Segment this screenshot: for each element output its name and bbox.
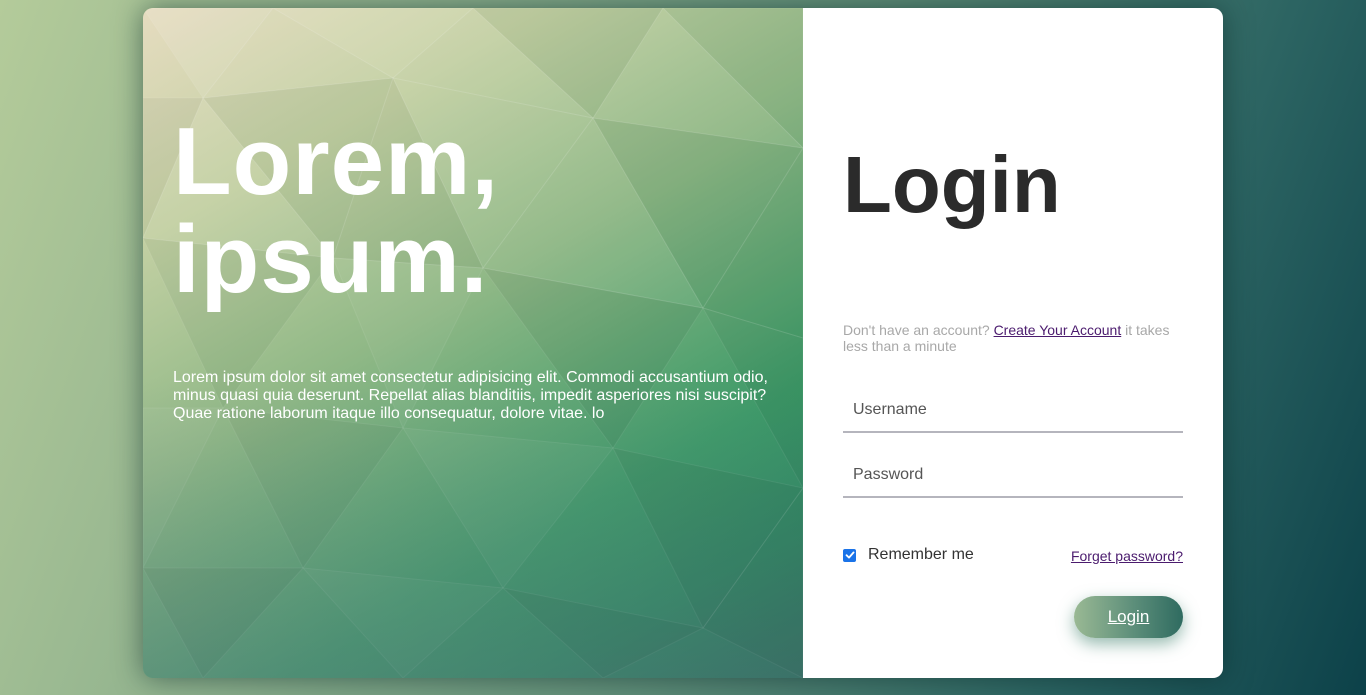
login-button[interactable]: Login — [1074, 596, 1183, 638]
signup-note: Don't have an account? Create Your Accou… — [843, 322, 1183, 354]
hero-panel: Lorem, ipsum. Lorem ipsum dolor sit amet… — [143, 8, 803, 678]
username-input[interactable] — [843, 389, 1183, 433]
hero-description: Lorem ipsum dolor sit amet consectetur a… — [173, 369, 768, 422]
remember-me[interactable]: Remember me — [843, 546, 974, 564]
signup-prefix: Don't have an account? — [843, 322, 990, 338]
check-icon — [845, 551, 854, 559]
login-panel: Login Don't have an account? Create Your… — [803, 8, 1223, 678]
forgot-password-link[interactable]: Forget password? — [1071, 548, 1183, 564]
hero-title-line-2: ipsum. — [173, 206, 489, 313]
password-input[interactable] — [843, 454, 1183, 498]
hero-title: Lorem, ipsum. — [173, 113, 499, 309]
create-account-link[interactable]: Create Your Account — [994, 322, 1122, 338]
remember-me-label: Remember me — [868, 546, 974, 563]
login-title: Login — [843, 140, 1061, 229]
login-card: Lorem, ipsum. Lorem ipsum dolor sit amet… — [143, 8, 1223, 678]
hero-title-line-1: Lorem, — [173, 108, 500, 215]
remember-me-checkbox[interactable] — [843, 548, 856, 562]
